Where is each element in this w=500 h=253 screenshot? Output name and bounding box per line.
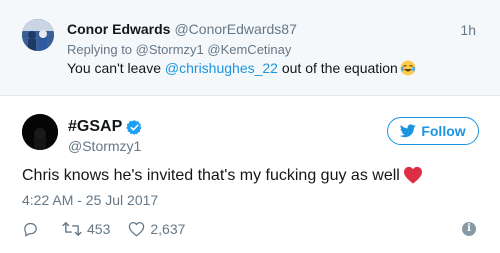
reply-author-display-name[interactable]: Conor Edwards bbox=[67, 21, 170, 37]
tweet-actions: 453 2,637 bbox=[22, 220, 203, 238]
red-heart-icon bbox=[403, 166, 423, 189]
reply-author-handle[interactable]: @ConorEdwards87 bbox=[174, 21, 296, 37]
like-action[interactable]: 2,637 bbox=[128, 221, 185, 237]
main-author-name[interactable]: #GSAP bbox=[68, 118, 143, 136]
tweet-timestamp[interactable]: 4:22 AM - 25 Jul 2017 bbox=[22, 192, 158, 208]
reply-text: You can't leave @chrishughes_22 out of t… bbox=[67, 60, 416, 79]
reply-time[interactable]: 1h bbox=[460, 22, 476, 38]
replying-to-handles[interactable]: @Stormzy1 @KemCetinay bbox=[136, 42, 292, 57]
follow-button[interactable]: Follow bbox=[387, 117, 479, 145]
main-author-avatar[interactable] bbox=[22, 114, 58, 150]
follow-label: Follow bbox=[421, 123, 466, 139]
retweet-count: 453 bbox=[87, 221, 111, 237]
replying-to-line: Replying to @Stormzy1 @KemCetinay bbox=[67, 42, 291, 57]
verified-badge-icon bbox=[126, 119, 143, 136]
main-tweet-text: Chris knows he's invited that's my fucki… bbox=[22, 166, 423, 189]
reply-author-name[interactable]: Conor Edwards @ConorEdwards87 bbox=[67, 21, 297, 37]
heart-outline-icon bbox=[129, 221, 145, 237]
reply-author-avatar[interactable] bbox=[22, 19, 54, 51]
twitter-bird-icon bbox=[400, 124, 417, 138]
reply-icon bbox=[24, 222, 37, 237]
main-tweet-body: Chris knows he's invited that's my fucki… bbox=[22, 167, 400, 184]
face-with-tears-of-joy-icon bbox=[400, 60, 416, 79]
main-author-handle[interactable]: @Stormzy1 bbox=[68, 138, 141, 154]
replying-to-label: Replying to bbox=[67, 42, 133, 57]
main-author-display-name[interactable]: #GSAP bbox=[68, 118, 122, 136]
retweet-icon bbox=[62, 222, 82, 236]
like-count: 2,637 bbox=[150, 221, 186, 237]
reply-text-after: out of the equation bbox=[277, 60, 398, 76]
reply-tweet: Conor Edwards @ConorEdwards87 1h Replying… bbox=[0, 0, 500, 96]
retweet-action[interactable]: 453 bbox=[62, 221, 110, 237]
reply-action[interactable] bbox=[22, 221, 44, 238]
reply-text-before: You can't leave bbox=[67, 60, 165, 76]
reply-mention-link[interactable]: @chrishughes_22 bbox=[165, 60, 278, 76]
info-icon[interactable]: i bbox=[462, 222, 476, 236]
